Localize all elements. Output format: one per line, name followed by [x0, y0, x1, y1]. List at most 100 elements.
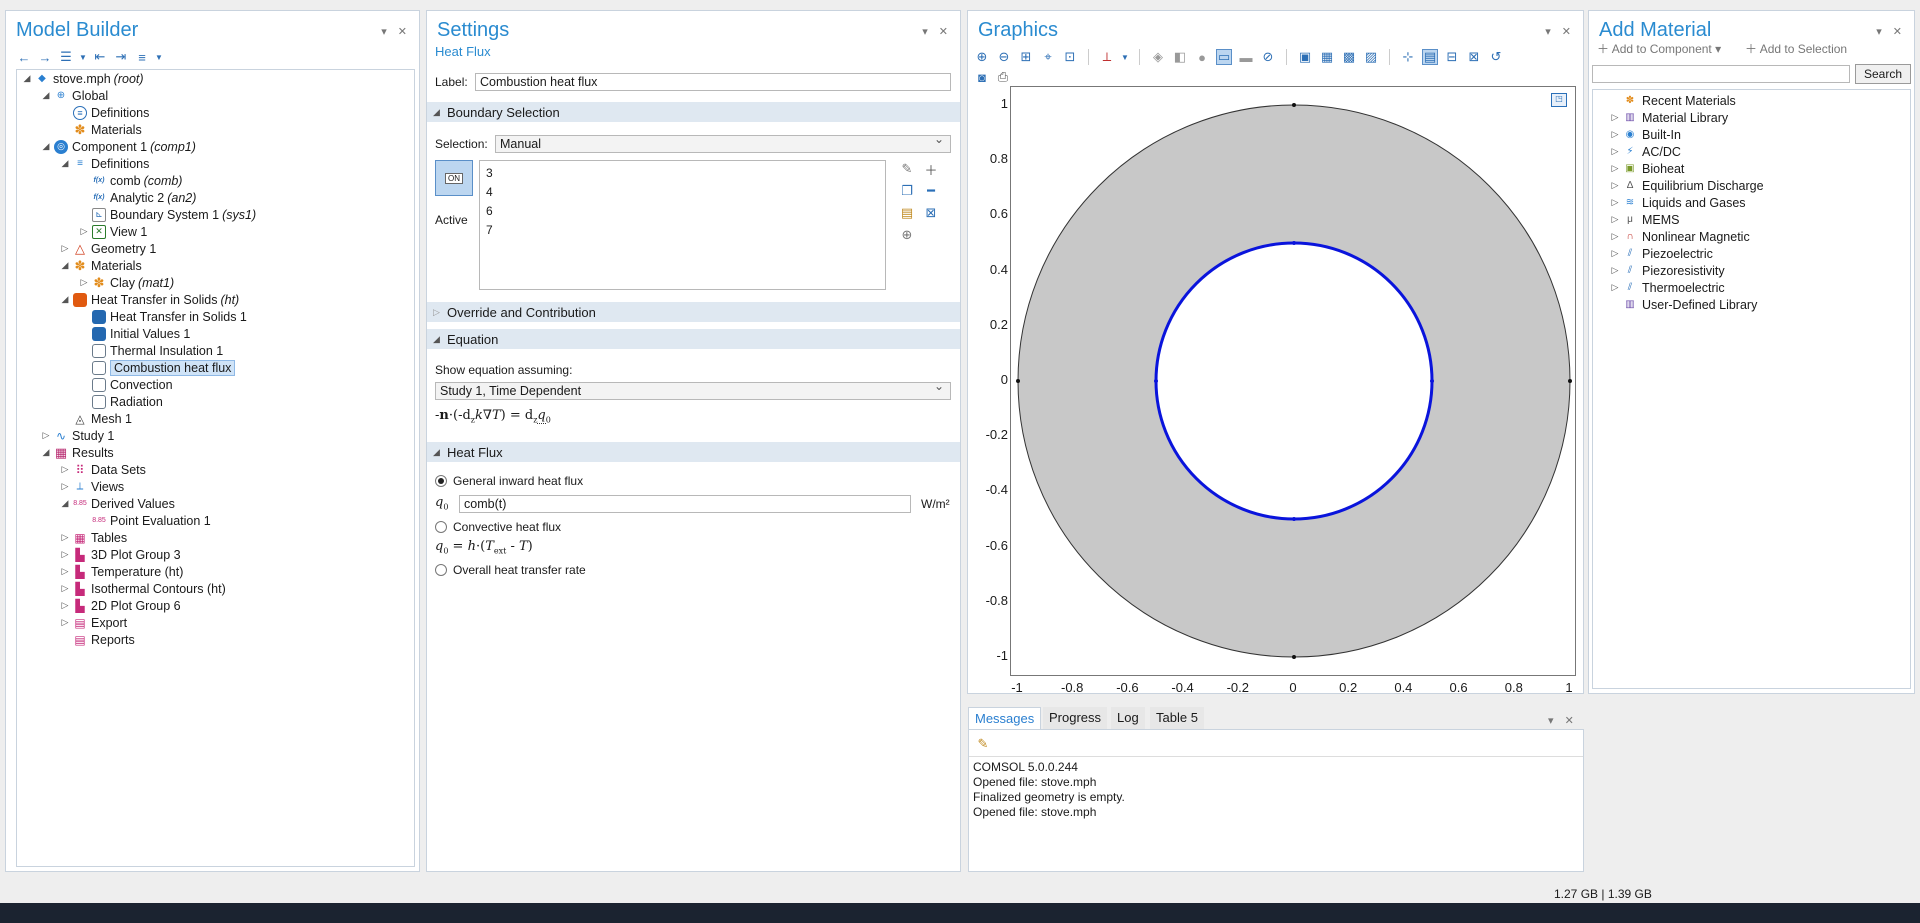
select-boundary-icon[interactable]: ●: [1194, 49, 1210, 65]
select-domain-icon[interactable]: ◧: [1172, 49, 1188, 65]
expand-toggle-icon[interactable]: ◢: [40, 90, 52, 101]
panel-controls[interactable]: ▾ ✕: [1545, 25, 1575, 38]
dropdown-icon[interactable]: ▼: [79, 49, 87, 65]
zoom-box-icon[interactable]: ⊞: [1018, 49, 1034, 65]
tree-item[interactable]: Initial Values 1: [78, 325, 190, 342]
vertex-point[interactable]: [1292, 103, 1296, 107]
forward-arrow-icon[interactable]: →: [37, 49, 53, 65]
collapse-all-icon[interactable]: ⇤: [92, 49, 108, 65]
vertex-point[interactable]: [1292, 241, 1296, 245]
dropdown-icon[interactable]: ▼: [1121, 49, 1129, 65]
zoom-selection-icon[interactable]: ⊕: [899, 227, 915, 243]
tree-item[interactable]: ▷ ∿ Study 1: [40, 427, 115, 444]
tab-log[interactable]: Log: [1111, 707, 1145, 729]
material-tree-item[interactable]: ▷ ▥ Material Library: [1609, 109, 1729, 126]
convective-heat-flux-radio[interactable]: [435, 521, 447, 533]
expand-toggle-icon[interactable]: ▷: [59, 532, 71, 543]
tree-item[interactable]: Heat Transfer in Solids 1: [78, 308, 247, 325]
camera-view-icon[interactable]: ⊠: [1466, 49, 1482, 65]
material-tree-item[interactable]: ✽ Recent Materials: [1609, 92, 1736, 109]
heat-flux-header[interactable]: ◢ Heat Flux: [427, 442, 960, 462]
zoom-selected-icon[interactable]: ⌖: [1040, 49, 1056, 65]
expand-toggle-icon[interactable]: ▷: [59, 583, 71, 594]
material-search-input[interactable]: [1592, 65, 1850, 83]
select-object-icon[interactable]: ◈: [1150, 49, 1166, 65]
show-icon[interactable]: ☰: [58, 49, 74, 65]
material-tree-item[interactable]: ▷ ◉ Built-In: [1609, 126, 1681, 143]
expand-toggle-icon[interactable]: ◢: [59, 260, 71, 271]
tree-item[interactable]: ⊾ Boundary System 1 (sys1): [78, 206, 256, 223]
add-icon[interactable]: ＋: [923, 161, 939, 178]
vertex-point[interactable]: [1292, 655, 1296, 659]
material-tree-item[interactable]: ▥ User-Defined Library: [1609, 296, 1757, 313]
expand-toggle-icon[interactable]: ▷: [1609, 146, 1621, 157]
boundary-list-item[interactable]: 6: [486, 204, 493, 218]
expand-toggle-icon[interactable]: ◢: [59, 294, 71, 305]
tree-item[interactable]: ◢ 8.85 Derived Values: [59, 495, 175, 512]
expand-toggle-icon[interactable]: ▷: [59, 464, 71, 475]
tree-item[interactable]: Combustion heat flux: [78, 359, 236, 376]
view-axes-icon[interactable]: ⊟: [1444, 49, 1460, 65]
tree-item[interactable]: ◢ ⊕ Global: [40, 87, 109, 104]
paste-selection-icon[interactable]: ✎: [899, 161, 915, 177]
material-tree[interactable]: ✽ Recent Materials ▷ ▥ Material Library ▷ ◉ Bui…: [1592, 89, 1911, 689]
expand-toggle-icon[interactable]: ▷: [1609, 197, 1621, 208]
tree-item[interactable]: ◢ ◎ Component 1 (comp1): [40, 138, 196, 155]
tree-item[interactable]: ▷ ▙ Temperature (ht): [59, 563, 184, 580]
expand-toggle-icon[interactable]: ▷: [59, 549, 71, 560]
expand-toggle-icon[interactable]: ▷: [1609, 129, 1621, 140]
vertex-point[interactable]: [1016, 379, 1020, 383]
add-to-selection-button[interactable]: ＋ Add to Selection: [1745, 40, 1847, 57]
material-tree-item[interactable]: ▷ ⫽ Piezoresistivity: [1609, 262, 1725, 279]
view-grid-icon[interactable]: ▤: [1422, 49, 1438, 65]
add-to-component-button[interactable]: ＋ Add to Component ▾: [1597, 40, 1721, 57]
expand-toggle-icon[interactable]: ▷: [1609, 214, 1621, 225]
boundary-list-item[interactable]: 7: [486, 223, 493, 237]
material-tree-item[interactable]: ▷ ▣ Bioheat: [1609, 160, 1685, 177]
material-tree-item[interactable]: ▷ ⫽ Piezoelectric: [1609, 245, 1713, 262]
back-arrow-icon[interactable]: ←: [16, 49, 32, 65]
panel-controls[interactable]: ▾ ✕: [381, 25, 411, 38]
expand-toggle-icon[interactable]: ▷: [1609, 248, 1621, 259]
tree-item[interactable]: ▷ ⟂ Views: [59, 478, 125, 495]
material-tree-item[interactable]: ▷ ⫽ Thermoelectric: [1609, 279, 1725, 296]
vertex-point[interactable]: [1568, 379, 1572, 383]
material-tree-item[interactable]: ▷ ⚡ AC/DC: [1609, 143, 1681, 160]
tree-item[interactable]: ◢ ◆ stove.mph (root): [21, 70, 144, 87]
tree-item[interactable]: ▷ △ Geometry 1: [59, 240, 157, 257]
scene-light-icon[interactable]: ▩: [1341, 49, 1357, 65]
tree-item[interactable]: 8.85 Point Evaluation 1: [78, 512, 211, 529]
tree-item[interactable]: ▷ ▦ Tables: [59, 529, 128, 546]
tab-messages[interactable]: Messages: [968, 707, 1042, 729]
view-cube-icon[interactable]: ◳: [1551, 93, 1567, 107]
tab-table-5[interactable]: Table 5: [1150, 707, 1204, 729]
tree-item[interactable]: ✽ Materials: [59, 121, 142, 138]
boundary-selection-header[interactable]: ◢ Boundary Selection: [427, 102, 960, 122]
tree-item[interactable]: ▷ ▙ 2D Plot Group 6: [59, 597, 181, 614]
wireframe-icon[interactable]: ▦: [1319, 49, 1335, 65]
tab-progress[interactable]: Progress: [1043, 707, 1108, 729]
expand-toggle-icon[interactable]: ▷: [1609, 265, 1621, 276]
zoom-in-icon[interactable]: ⊕: [974, 49, 990, 65]
copy-selection-icon[interactable]: ❐: [899, 183, 915, 199]
expand-toggle-icon[interactable]: ▷: [1609, 163, 1621, 174]
dropdown-icon[interactable]: ▼: [155, 49, 163, 65]
study-combo[interactable]: Study 1, Time Dependent: [435, 379, 951, 400]
tree-item[interactable]: ▷ ✽ Clay (mat1): [78, 274, 175, 291]
select-box-icon[interactable]: ⊠: [923, 205, 939, 221]
tree-item[interactable]: Convection: [78, 376, 173, 393]
tree-item[interactable]: ▷ ▙ Isothermal Contours (ht): [59, 580, 226, 597]
panel-controls[interactable]: ▾ ✕: [1548, 714, 1912, 727]
q0-input[interactable]: comb(t): [459, 495, 911, 513]
tree-item[interactable]: f(x) Analytic 2 (an2): [78, 189, 197, 206]
expand-toggle-icon[interactable]: ▷: [59, 243, 71, 254]
tree-item[interactable]: ◢ ✽ Materials: [59, 257, 142, 274]
tree-item[interactable]: ▷ ▙ 3D Plot Group 3: [59, 546, 181, 563]
transparency-icon[interactable]: ▣: [1297, 49, 1313, 65]
material-tree-item[interactable]: ▷ ∩ Nonlinear Magnetic: [1609, 228, 1750, 245]
hide-icon[interactable]: ▨: [1363, 49, 1379, 65]
panel-controls[interactable]: ▾ ✕: [1876, 25, 1906, 38]
expand-toggle-icon[interactable]: ◢: [21, 73, 33, 84]
selected-inner-boundary[interactable]: [1154, 241, 1434, 521]
material-tree-item[interactable]: ▷ μ MEMS: [1609, 211, 1680, 228]
